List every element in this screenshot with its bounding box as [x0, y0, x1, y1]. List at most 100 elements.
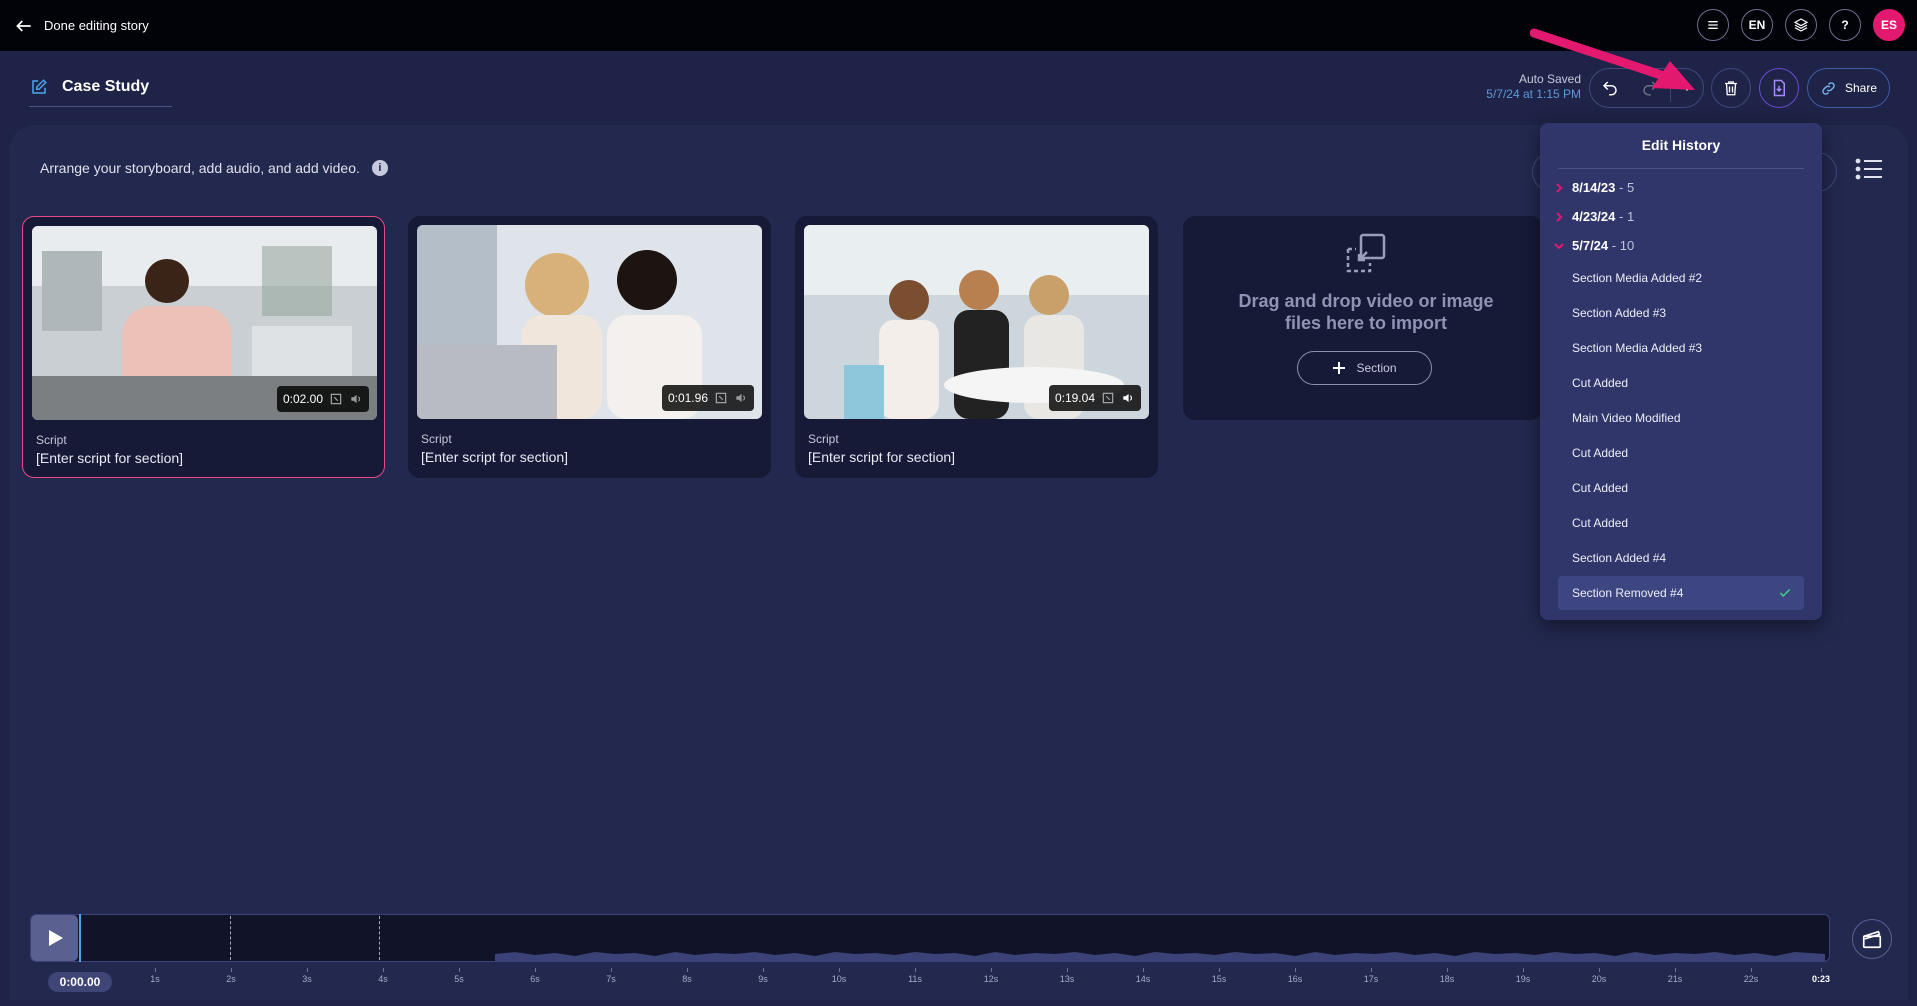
tick-label: 22s — [1736, 968, 1766, 984]
edit-icon — [32, 79, 47, 94]
section-thumbnail[interactable]: 0:19.04 — [804, 225, 1149, 419]
script-label: Script — [421, 432, 452, 446]
import-dropzone[interactable]: Drag and drop video or image files here … — [1183, 216, 1543, 420]
delete-button[interactable] — [1711, 68, 1751, 108]
crop-icon[interactable] — [1101, 391, 1115, 405]
add-section-button[interactable]: Section — [1297, 351, 1432, 385]
add-section-label: Section — [1356, 361, 1397, 375]
check-icon — [1779, 588, 1791, 597]
menu-button[interactable] — [1697, 9, 1729, 41]
history-group-count: - 10 — [1611, 238, 1635, 253]
section-card[interactable]: 0:02.00 Script [Enter script for section… — [22, 216, 385, 478]
volume-icon[interactable] — [349, 392, 363, 406]
timeline-settings-button[interactable] — [1852, 919, 1892, 959]
tick-label: 19s — [1508, 968, 1538, 984]
list-view-icon[interactable] — [1855, 158, 1883, 180]
tick-label: 8s — [672, 968, 702, 984]
history-item-label: Section Removed #4 — [1572, 586, 1684, 600]
tick-label: 2s — [216, 968, 246, 984]
history-item[interactable]: Cut Added — [1558, 436, 1804, 470]
tick-label: 21s — [1660, 968, 1690, 984]
script-input[interactable]: [Enter script for section] — [36, 450, 183, 466]
crop-icon[interactable] — [329, 392, 343, 406]
instructions: Arrange your storyboard, add audio, and … — [40, 160, 388, 176]
divider — [1558, 168, 1804, 169]
import-files-icon — [1346, 233, 1386, 273]
history-group-toggle[interactable]: 4/23/24 - 1 — [1554, 209, 1634, 224]
arrow-left-icon — [16, 19, 31, 32]
play-icon — [48, 930, 63, 946]
history-item[interactable]: Cut Added — [1558, 366, 1804, 400]
chevron-down-icon — [1554, 242, 1564, 249]
history-group-date: 8/14/23 — [1572, 180, 1616, 195]
layers-icon — [1793, 18, 1809, 32]
tick-label: 9s — [748, 968, 778, 984]
edit-history-title: Edit History — [1641, 137, 1721, 153]
section-thumbnail[interactable]: 0:02.00 — [32, 226, 377, 420]
top-icon-group: EN ? ES — [1697, 9, 1905, 41]
script-label: Script — [808, 432, 839, 446]
duration-label: 0:01.96 — [667, 391, 708, 405]
crop-icon[interactable] — [714, 391, 728, 405]
history-item[interactable]: Section Media Added #3 — [1558, 331, 1804, 365]
history-group-toggle[interactable]: 5/7/24 - 10 — [1554, 238, 1634, 253]
help-button[interactable]: ? — [1829, 9, 1861, 41]
script-input[interactable]: [Enter script for section] — [808, 449, 955, 465]
instructions-text: Arrange your storyboard, add audio, and … — [40, 160, 360, 176]
story-title-field[interactable]: Case Study — [29, 72, 172, 107]
edit-history-dropdown: Edit History 8/14/23 - 5 4/23/24 - 1 5/7… — [1540, 123, 1822, 620]
done-editing-label: Done editing story — [44, 18, 149, 33]
share-label: Share — [1844, 81, 1878, 95]
history-item[interactable]: Section Added #3 — [1558, 296, 1804, 330]
tick-label: 11s — [900, 968, 930, 984]
history-item[interactable]: Main Video Modified — [1558, 401, 1804, 435]
section-thumbnail[interactable]: 0:01.96 — [417, 225, 762, 419]
duration-badge: 0:02.00 — [276, 386, 369, 412]
tick-label: 10s — [824, 968, 854, 984]
playhead[interactable] — [79, 914, 81, 962]
history-item[interactable]: Section Added #4 — [1558, 541, 1804, 575]
history-item[interactable]: Section Media Added #2 — [1558, 261, 1804, 295]
duration-label: 0:19.04 — [1054, 391, 1095, 405]
tick-label: 1s — [140, 968, 170, 984]
history-group-toggle[interactable]: 8/14/23 - 5 — [1554, 180, 1634, 195]
tick-label-end: 0:23 — [1806, 968, 1836, 984]
tick-label: 16s — [1280, 968, 1310, 984]
play-button[interactable] — [31, 915, 78, 961]
history-group-count: - 5 — [1619, 180, 1635, 195]
script-input[interactable]: [Enter script for section] — [421, 449, 568, 465]
story-title: Case Study — [62, 78, 150, 95]
tick-label: 12s — [976, 968, 1006, 984]
language-button[interactable]: EN — [1741, 9, 1773, 41]
done-editing-button[interactable]: Done editing story — [14, 16, 149, 36]
volume-icon[interactable] — [734, 391, 748, 405]
dropzone-text-line2: files here to import — [1284, 313, 1448, 333]
layers-button[interactable] — [1785, 9, 1817, 41]
menu-icon — [1708, 21, 1718, 29]
dropzone-text: Drag and drop video or image files here … — [1183, 290, 1549, 334]
share-button[interactable]: Share — [1807, 68, 1890, 108]
export-button[interactable] — [1759, 68, 1799, 108]
avatar[interactable]: ES — [1873, 9, 1905, 41]
section-card[interactable]: 0:19.04 Script [Enter script for section… — [795, 216, 1158, 478]
tick-label: 18s — [1432, 968, 1462, 984]
timeline-ruler: 1s 2s 3s 4s 5s 6s 7s 8s 9s 10s 11s 12s 1… — [0, 968, 1917, 998]
history-group-date: 5/7/24 — [1572, 238, 1609, 253]
volume-icon[interactable] — [1121, 391, 1135, 405]
tick-label: 14s — [1128, 968, 1158, 984]
history-item[interactable]: Cut Added — [1558, 471, 1804, 505]
dropzone-text-line1: Drag and drop video or image — [1238, 291, 1494, 311]
tick-label: 5s — [444, 968, 474, 984]
history-item-active[interactable]: Section Removed #4 — [1558, 576, 1804, 610]
history-group-date: 4/23/24 — [1572, 209, 1616, 224]
history-item[interactable]: Cut Added — [1558, 506, 1804, 540]
tick-label: 13s — [1052, 968, 1082, 984]
tick-label: 20s — [1584, 968, 1614, 984]
file-download-icon — [1773, 79, 1785, 97]
section-card[interactable]: 0:01.96 Script [Enter script for section… — [408, 216, 771, 478]
info-icon[interactable]: i — [371, 160, 388, 176]
trash-icon — [1725, 81, 1737, 96]
clapperboard-icon — [1862, 930, 1882, 949]
script-label: Script — [36, 433, 67, 447]
annotation-arrow-icon — [1530, 28, 1695, 90]
